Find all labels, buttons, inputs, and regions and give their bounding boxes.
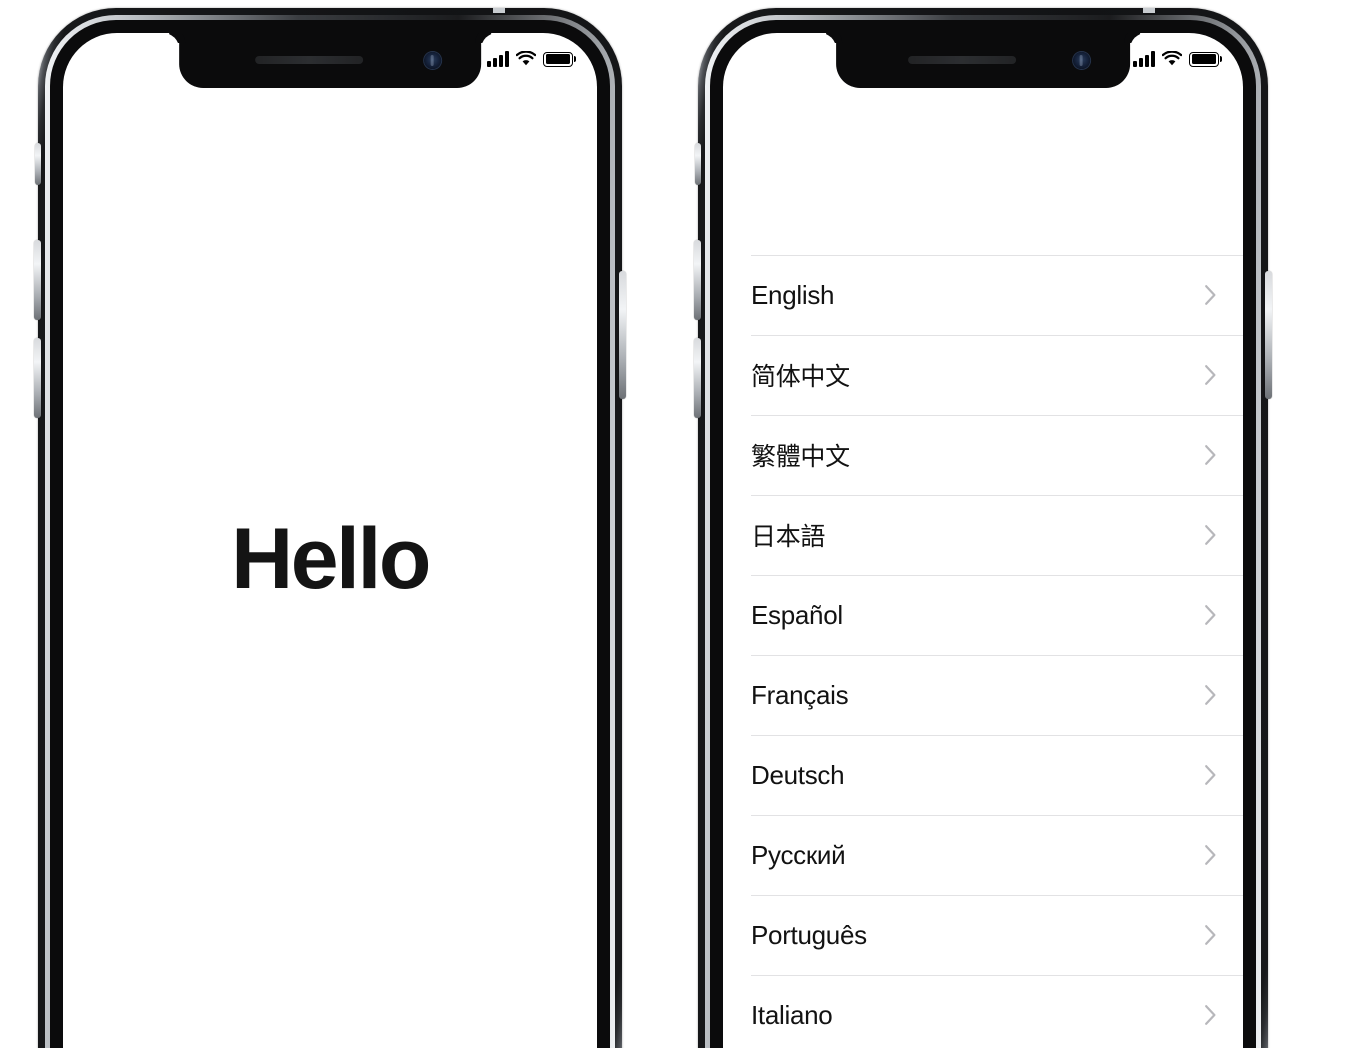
- language-label: 简体中文: [751, 362, 850, 391]
- language-label: Português: [751, 919, 867, 950]
- front-camera-icon: [423, 52, 441, 69]
- battery-icon: [1189, 51, 1219, 67]
- speaker-grille-icon: [254, 56, 363, 64]
- screen-left: Hello: [63, 33, 597, 1048]
- language-row-8[interactable]: Русский: [723, 815, 1243, 895]
- language-label: Deutsch: [751, 759, 845, 790]
- device-right-phone: English 简体中文繁體中文日本語 Español Français Deutsch…: [694, 8, 1272, 1048]
- language-row-6[interactable]: Français: [723, 655, 1243, 735]
- battery-icon: [543, 51, 573, 67]
- language-row-3[interactable]: 繁體中文: [723, 415, 1243, 495]
- language-label: Español: [751, 599, 843, 630]
- language-list: English 简体中文繁體中文日本語 Español Français Deutsch…: [723, 255, 1243, 1048]
- chevron-right-icon: [1205, 925, 1216, 945]
- volume-down-button[interactable]: [694, 338, 701, 418]
- chevron-right-icon: [1205, 365, 1216, 385]
- cellular-signal-icon: [487, 51, 509, 67]
- speaker-grille-icon: [908, 56, 1017, 64]
- language-row-7[interactable]: Deutsch: [723, 735, 1243, 815]
- hello-screen-content: Hello: [63, 33, 597, 1048]
- chevron-right-icon: [1205, 445, 1216, 465]
- chevron-right-icon: [1205, 605, 1216, 625]
- mute-switch[interactable]: [35, 143, 41, 185]
- chevron-right-icon: [1205, 765, 1216, 785]
- language-row-1[interactable]: English: [723, 255, 1243, 335]
- cellular-signal-icon: [1133, 51, 1155, 67]
- chevron-right-icon: [1205, 1005, 1216, 1025]
- antenna-band: [493, 8, 505, 13]
- power-button[interactable]: [619, 271, 626, 399]
- device-left-phone: Hello: [34, 8, 626, 1048]
- status-bar-right: [1133, 51, 1219, 67]
- chevron-right-icon: [1205, 845, 1216, 865]
- mute-switch[interactable]: [695, 143, 701, 185]
- language-label: 繁體中文: [751, 442, 850, 471]
- volume-up-button[interactable]: [694, 240, 701, 320]
- screenshot-stage: Hello English 简体中文 繁體中文 日本語 Español Fran…: [0, 0, 1370, 1048]
- language-label: Italiano: [751, 999, 833, 1030]
- status-bar-left: [487, 51, 573, 67]
- language-label: 日本語: [751, 522, 826, 551]
- device-notch: [836, 33, 1130, 88]
- volume-down-button[interactable]: [34, 338, 41, 418]
- language-row-4[interactable]: 日本語: [723, 495, 1243, 575]
- language-row-10[interactable]: Italiano: [723, 975, 1243, 1048]
- language-label: English: [751, 279, 835, 310]
- volume-up-button[interactable]: [34, 240, 41, 320]
- power-button[interactable]: [1265, 271, 1272, 399]
- language-label: Русский: [751, 839, 846, 870]
- chevron-right-icon: [1205, 685, 1216, 705]
- language-label: Français: [751, 679, 849, 710]
- chevron-right-icon: [1205, 285, 1216, 305]
- hello-greeting-text: Hello: [231, 510, 431, 607]
- battery-fill: [545, 54, 571, 64]
- antenna-band: [1143, 8, 1155, 13]
- device-notch: [179, 33, 481, 88]
- language-row-2[interactable]: 简体中文: [723, 335, 1243, 415]
- front-camera-icon: [1072, 52, 1090, 69]
- battery-fill: [1191, 54, 1217, 64]
- language-row-5[interactable]: Español: [723, 575, 1243, 655]
- screen-right: English 简体中文繁體中文日本語 Español Français Deutsch…: [723, 33, 1243, 1048]
- chevron-right-icon: [1205, 525, 1216, 545]
- wifi-icon: [1162, 51, 1182, 66]
- language-row-9[interactable]: Português: [723, 895, 1243, 975]
- wifi-icon: [516, 51, 536, 66]
